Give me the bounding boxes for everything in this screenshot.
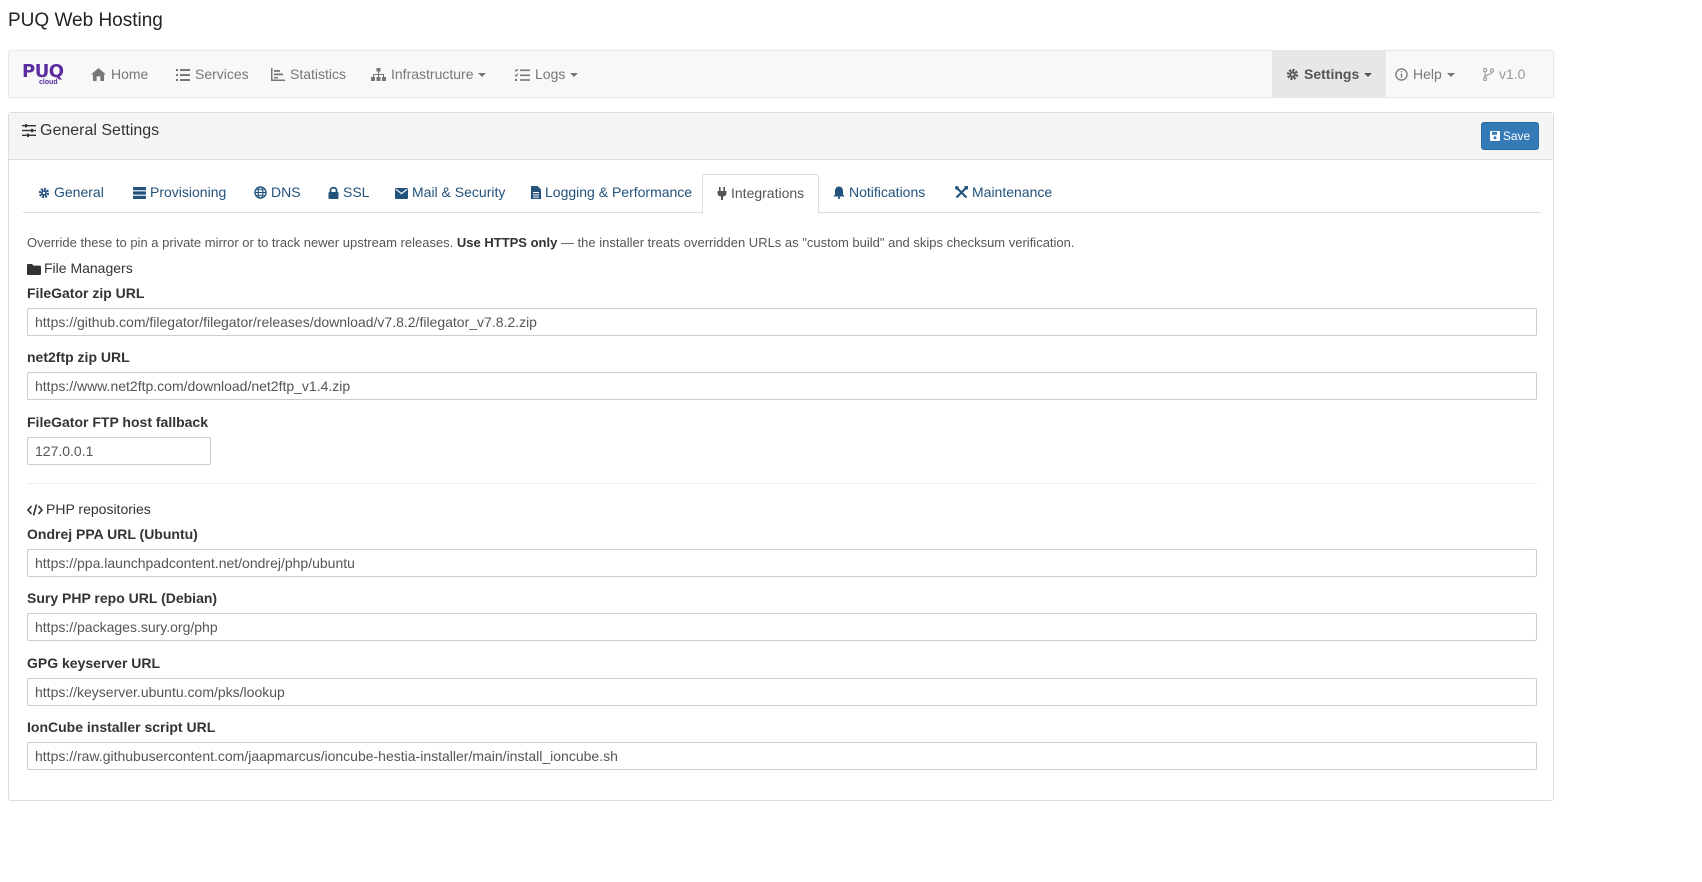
nav-services-label: Services [195,66,249,82]
field-label: net2ftp zip URL [27,349,130,365]
home-icon [91,68,106,81]
section-file-managers-heading: File Managers [44,260,133,276]
sliders-icon [22,124,36,137]
file-icon [531,186,541,199]
tab-logging-performance-label: Logging & Performance [545,184,693,200]
nav-version-label: v1.0 [1499,66,1526,82]
field-label: Ondrej PPA URL (Ubuntu) [27,526,198,542]
tab-maintenance[interactable]: Maintenance [955,174,1052,213]
chart-icon [271,68,285,81]
nav-help[interactable]: Help [1395,51,1455,97]
intro-text: Override these to pin a private mirror o… [27,235,1075,250]
globe-icon [254,186,267,199]
tab-ssl[interactable]: SSL [328,174,369,213]
floppy-disk-icon [1489,131,1500,141]
bell-icon [833,186,845,199]
tab-logging-performance[interactable]: Logging & Performance [531,174,692,213]
tab-dns[interactable]: DNS [254,174,301,213]
tab-general-label: General [54,184,104,200]
tab-general[interactable]: General [38,174,104,213]
caret-down-icon [1364,73,1373,77]
intro-text-bold: Use HTTPS only [456,235,558,250]
panel-title-text: General Settings [40,122,160,139]
brand-logo[interactable]: PUQ cloud [22,63,66,87]
filegator-zip-url-input[interactable] [27,308,1537,336]
server-icon [133,187,146,199]
ioncube-installer-url-input[interactable] [27,742,1537,770]
tab-provisioning-label: Provisioning [150,184,227,200]
tab-integrations[interactable]: Integrations [702,174,820,214]
tab-integrations-label: Integrations [731,185,805,201]
top-navbar: PUQ cloud Home Services Statistics Infra… [8,50,1554,98]
save-button-label: Save [1502,129,1531,143]
sury-php-repo-url-input[interactable] [27,613,1537,641]
nav-help-label: Help [1413,66,1442,82]
nav-services[interactable]: Services [176,51,249,97]
tab-dns-label: DNS [271,184,301,200]
caret-down-icon [570,73,579,77]
nav-version: v1.0 [1482,51,1526,97]
code-icon [26,504,44,516]
tab-notifications-label: Notifications [849,184,926,200]
panel-heading: General Settings Save [9,113,1553,160]
nav-settings-label: Settings [1304,66,1360,82]
general-settings-panel: General Settings Save General Provisioni… [8,112,1554,801]
app-title: PUQ Web Hosting [8,10,163,31]
tab-provisioning[interactable]: Provisioning [133,174,226,213]
nav-home-label: Home [111,66,149,82]
section-divider [27,483,1537,484]
tab-maintenance-label: Maintenance [972,184,1053,200]
field-label: GPG keyserver URL [27,655,161,671]
lock-icon [328,186,339,199]
nav-statistics[interactable]: Statistics [271,51,346,97]
field-label: FileGator FTP host fallback [27,414,209,430]
plug-icon [717,187,727,200]
list-icon [176,69,190,81]
envelope-icon [395,188,408,199]
caret-down-icon [478,73,487,77]
section-php-repositories: PHP repositories [26,501,151,517]
ondrej-ppa-url-input[interactable] [27,549,1537,577]
tab-mail-security[interactable]: Mail & Security [395,174,505,213]
nav-logs-label: Logs [535,66,566,82]
field-label: FileGator zip URL [27,285,145,301]
tab-ssl-label: SSL [343,184,370,200]
intro-text-after: — the installer treats overridden URLs a… [557,235,1075,250]
nav-settings[interactable]: Settings [1272,51,1387,97]
section-file-managers: File Managers [27,260,133,276]
nav-logs[interactable]: Logs [514,51,579,97]
nav-infrastructure[interactable]: Infrastructure [371,51,487,97]
field-label: IonCube installer script URL [27,719,216,735]
gear-icon [38,187,50,199]
section-php-repositories-heading: PHP repositories [46,501,151,517]
list-check-icon [514,68,530,81]
tools-icon [955,186,968,199]
intro-text-before: Override these to pin a private mirror o… [27,235,457,250]
tab-mail-security-label: Mail & Security [412,184,506,200]
code-branch-icon [1482,67,1495,82]
gpg-keyserver-url-input[interactable] [27,678,1537,706]
caret-down-icon [1446,73,1455,77]
info-circle-icon [1395,68,1408,81]
filegator-ftp-host-input[interactable] [27,437,211,465]
tab-notifications[interactable]: Notifications [833,174,925,213]
gear-icon [1286,68,1299,81]
nav-home[interactable]: Home [91,51,148,97]
folder-icon [27,264,41,275]
brand-logo-subtext: cloud [39,79,58,86]
settings-tabs: General Provisioning DNS SSL Mail & Secu… [23,174,1541,214]
field-label: Sury PHP repo URL (Debian) [27,590,218,606]
nav-statistics-label: Statistics [290,66,347,82]
nav-infrastructure-label: Infrastructure [391,66,474,82]
save-button[interactable]: Save [1481,122,1539,150]
net2ftp-zip-url-input[interactable] [27,372,1537,400]
panel-title: General Settings [22,122,159,140]
sitemap-icon [371,68,386,81]
